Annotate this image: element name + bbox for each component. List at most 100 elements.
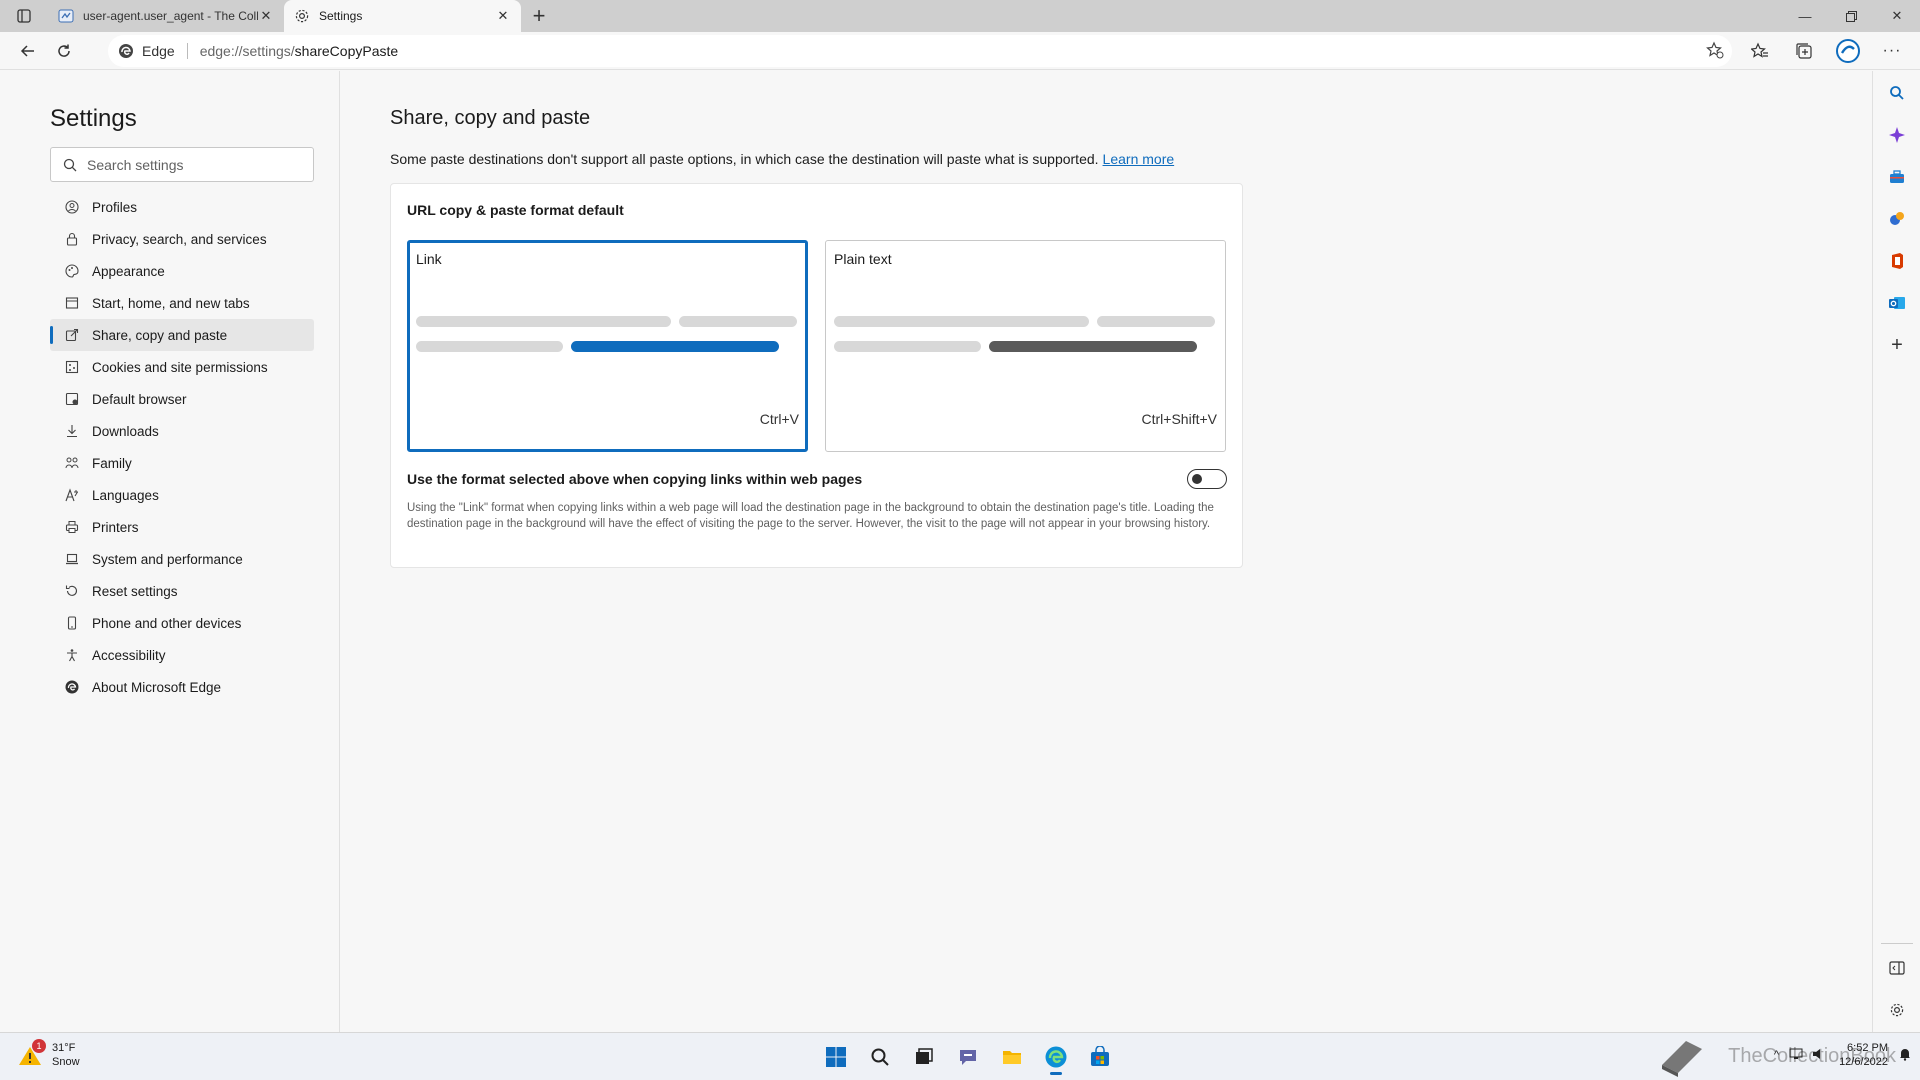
sidebar-item-cookies-and-site-permissions[interactable]: Cookies and site permissions [50,351,314,383]
sidebar-item-phone-and-other-devices[interactable]: Phone and other devices [50,607,314,639]
search-input[interactable] [87,156,287,173]
tab-settings[interactable]: Settings ✕ [284,0,521,32]
description-text: Some paste destinations don't support al… [390,151,1099,167]
search-box[interactable] [50,147,314,182]
download-icon [64,423,80,439]
clock-time: 6:52 PM [1847,1042,1888,1054]
sidebar-item-label: Privacy, search, and services [92,231,267,247]
start-button[interactable] [814,1039,858,1075]
profile-button[interactable] [1826,35,1870,67]
sidebar-item-appearance[interactable]: Appearance [50,255,314,287]
clock[interactable]: 6:52 PM 12/6/2022 [1839,1041,1888,1069]
sidebar-item-label: Appearance [92,263,165,279]
refresh-button[interactable] [46,35,82,67]
edge-logo-icon [1045,1046,1067,1068]
sidebar-item-default-browser[interactable]: Default browser [50,383,314,415]
taskbar-search-button[interactable] [858,1039,902,1075]
new-tab-button[interactable]: + [521,0,557,32]
plain-text-preview-bar [989,341,1197,352]
collections-button[interactable] [1782,35,1826,67]
restore-button[interactable] [1828,0,1874,32]
laptop-icon [64,551,80,567]
option-shortcut: Ctrl+V [759,411,799,427]
sidebar-item-share-copy-and-paste[interactable]: Share, copy and paste [50,319,314,351]
sidebar-item-label: Languages [92,487,159,503]
sidebar-item-reset-settings[interactable]: Reset settings [50,575,314,607]
volume-icon[interactable] [1811,1047,1825,1064]
link-format-option[interactable]: Link Ctrl+V [407,240,808,452]
language-icon [64,487,80,503]
sidebar-item-family[interactable]: Family [50,447,314,479]
sidebar-item-start-home-and-new-tabs[interactable]: Start, home, and new tabs [50,287,314,319]
add-icon[interactable]: + [1887,334,1907,356]
sidebar-item-languages[interactable]: Languages [50,479,314,511]
plain-text-format-option[interactable]: Plain text Ctrl+Shift+V [825,240,1226,452]
site-identity[interactable]: Edge [118,43,175,59]
sidebar-item-about-microsoft-edge[interactable]: About Microsoft Edge [50,671,314,703]
accessibility-icon [64,647,80,663]
page-title: Share, copy and paste [390,107,591,129]
office-icon[interactable] [1887,251,1907,271]
sidebar-item-label: Profiles [92,199,138,215]
sidebar-item-label: System and performance [92,551,243,567]
chevron-up-icon[interactable]: ^ [1774,1049,1779,1061]
option-label: Plain text [834,251,892,267]
settings-main: Share, copy and paste Some paste destina… [341,71,1872,1032]
close-tab-icon[interactable]: ✕ [495,8,511,24]
learn-more-link[interactable]: Learn more [1103,151,1175,167]
family-icon [64,455,80,471]
sidebar-item-label: Printers [92,519,139,535]
book-logo-icon [1656,1035,1708,1080]
sidebar-item-accessibility[interactable]: Accessibility [50,639,314,671]
sidebar-item-profiles[interactable]: Profiles [50,191,314,223]
teams-chat-button[interactable] [946,1039,990,1075]
address-bar[interactable]: Edge edge://settings/shareCopyPaste [108,35,1732,67]
search-icon [63,158,77,171]
sidebar-item-downloads[interactable]: Downloads [50,415,314,447]
network-icon[interactable] [1789,1047,1803,1064]
placeholder-line [834,341,981,352]
url-path: shareCopyPaste [294,43,399,59]
games-icon[interactable] [1887,209,1907,229]
notification-bell-icon[interactable] [1898,1047,1912,1064]
taskbar-apps [814,1039,1122,1075]
share-icon [64,327,80,343]
tab-actions-button[interactable] [0,0,48,32]
close-window-button[interactable]: ✕ [1874,0,1920,32]
minimize-button[interactable]: — [1782,0,1828,32]
sidebar-item-system-and-performance[interactable]: System and performance [50,543,314,575]
profile-avatar-icon [1836,39,1860,63]
card-title: URL copy & paste format default [407,202,624,218]
hide-sidebar-icon[interactable] [1887,958,1907,978]
add-favorite-icon[interactable] [1706,41,1724,62]
close-tab-icon[interactable]: ✕ [258,8,274,24]
store-button[interactable] [1078,1039,1122,1075]
lock-icon [64,231,80,247]
weather-condition: Snow [52,1056,80,1068]
more-options-button[interactable]: ··· [1870,35,1914,67]
sidebar-item-printers[interactable]: Printers [50,511,314,543]
weather-widget[interactable]: 1 31°F Snow [16,1039,80,1069]
sidebar-item-privacy-search-and-services[interactable]: Privacy, search, and services [50,223,314,255]
folder-icon [1003,1051,1021,1064]
toggle-knob [1192,474,1202,484]
page-favicon-icon [58,8,74,24]
sidebar-settings-gear-icon[interactable] [1887,1000,1907,1020]
back-button[interactable] [10,35,46,67]
favorites-button[interactable] [1738,35,1782,67]
more-icon: ··· [1882,42,1902,59]
tools-briefcase-icon[interactable] [1887,167,1907,187]
divider [186,43,188,59]
tab-user-agent[interactable]: user-agent.user_agent - The Coll ✕ [48,0,284,32]
browser-icon [64,391,80,407]
task-view-button[interactable] [902,1039,946,1075]
file-explorer-button[interactable] [990,1039,1034,1075]
discover-sparkle-icon[interactable] [1887,125,1907,145]
search-icon[interactable] [1887,83,1907,103]
sidebar-item-label: About Microsoft Edge [92,679,222,695]
edge-taskbar-button[interactable] [1034,1039,1078,1075]
copy-within-pages-toggle[interactable] [1187,469,1227,489]
outlook-icon[interactable] [1887,293,1907,313]
url-format-card: URL copy & paste format default Link Ctr… [390,183,1243,568]
weather-temp: 31°F [52,1042,76,1054]
